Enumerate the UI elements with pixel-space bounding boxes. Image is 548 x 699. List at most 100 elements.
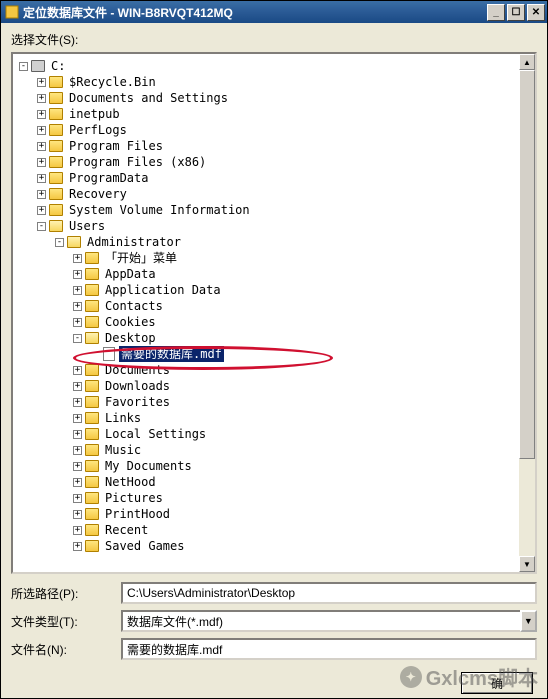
close-button[interactable]: ✕	[527, 4, 545, 21]
expand-toggle[interactable]: +	[37, 78, 46, 87]
expand-toggle[interactable]: +	[37, 142, 46, 151]
file-tree[interactable]: -C:+$Recycle.Bin+Documents and Settings+…	[13, 54, 535, 558]
tree-item-label[interactable]: Pictures	[103, 490, 165, 506]
tree-item-label[interactable]: inetpub	[67, 106, 122, 122]
scroll-track[interactable]	[519, 70, 535, 556]
expand-toggle[interactable]: +	[73, 254, 82, 263]
expand-toggle[interactable]: +	[73, 318, 82, 327]
expand-toggle[interactable]: +	[73, 526, 82, 535]
tree-row[interactable]: + Recent	[15, 522, 533, 538]
tree-row[interactable]: +Downloads	[15, 378, 533, 394]
tree-row[interactable]: + Favorites	[15, 394, 533, 410]
tree-item-label[interactable]: Recent	[103, 522, 150, 538]
tree-row[interactable]: + PrintHood	[15, 506, 533, 522]
expand-toggle[interactable]: +	[37, 126, 46, 135]
tree-item-label[interactable]: Recovery	[67, 186, 129, 202]
scroll-up-button[interactable]: ▲	[519, 54, 535, 70]
expand-toggle[interactable]: +	[73, 478, 82, 487]
tree-row[interactable]: + Saved Games	[15, 538, 533, 554]
expand-toggle[interactable]: +	[73, 430, 82, 439]
tree-row[interactable]: + NetHood	[15, 474, 533, 490]
tree-item-label[interactable]: Administrator	[85, 234, 183, 250]
minimize-button[interactable]: _	[487, 4, 505, 21]
tree-row[interactable]: - Users	[15, 218, 533, 234]
expand-toggle[interactable]: +	[37, 174, 46, 183]
tree-row[interactable]: 需要的数据库.mdf	[15, 346, 533, 362]
expand-toggle[interactable]: +	[73, 286, 82, 295]
tree-row[interactable]: - Administrator	[15, 234, 533, 250]
expand-toggle[interactable]: +	[73, 270, 82, 279]
expand-toggle[interactable]: +	[73, 414, 82, 423]
maximize-button[interactable]: ☐	[507, 4, 525, 21]
tree-item-label[interactable]: $Recycle.Bin	[67, 74, 158, 90]
tree-item-label[interactable]: Program Files	[67, 138, 165, 154]
collapse-toggle[interactable]: -	[37, 222, 46, 231]
tree-row[interactable]: + Application Data	[15, 282, 533, 298]
tree-item-label[interactable]: Application Data	[103, 282, 223, 298]
tree-item-label[interactable]: ProgramData	[67, 170, 150, 186]
expand-toggle[interactable]: +	[73, 542, 82, 551]
scroll-thumb[interactable]	[519, 70, 535, 459]
tree-row[interactable]: + My Documents	[15, 458, 533, 474]
tree-item-label[interactable]: AppData	[103, 266, 158, 282]
tree-item-label[interactable]: My Documents	[103, 458, 194, 474]
tree-row[interactable]: + $Recycle.Bin	[15, 74, 533, 90]
tree-row[interactable]: + Documents and Settings	[15, 90, 533, 106]
collapse-toggle[interactable]: -	[55, 238, 64, 247]
tree-item-label[interactable]: Saved Games	[103, 538, 186, 554]
tree-item-label[interactable]: PrintHood	[103, 506, 172, 522]
tree-item-label[interactable]: Music	[103, 442, 143, 458]
tree-row[interactable]: + Cookies	[15, 314, 533, 330]
tree-row[interactable]: + 「开始」菜单	[15, 250, 533, 266]
tree-item-label[interactable]: Documents	[103, 362, 172, 378]
expand-toggle[interactable]: +	[37, 94, 46, 103]
tree-row[interactable]: + Program Files	[15, 138, 533, 154]
expand-toggle[interactable]: +	[37, 206, 46, 215]
expand-toggle[interactable]: +	[73, 494, 82, 503]
tree-item-label[interactable]: Cookies	[103, 314, 158, 330]
tree-row[interactable]: + Program Files (x86)	[15, 154, 533, 170]
filetype-combo[interactable]: 数据库文件(*.mdf) ▼	[121, 610, 537, 632]
expand-toggle[interactable]: +	[73, 462, 82, 471]
expand-toggle[interactable]: +	[73, 302, 82, 311]
tree-item-label[interactable]: 「开始」菜单	[103, 250, 179, 266]
tree-item-label[interactable]: Contacts	[103, 298, 165, 314]
tree-row[interactable]: + PerfLogs	[15, 122, 533, 138]
tree-row[interactable]: + AppData	[15, 266, 533, 282]
tree-item-label[interactable]: NetHood	[103, 474, 158, 490]
collapse-toggle[interactable]: -	[73, 334, 82, 343]
tree-item-label[interactable]: Links	[103, 410, 143, 426]
tree-row[interactable]: + Local Settings	[15, 426, 533, 442]
tree-row[interactable]: + ProgramData	[15, 170, 533, 186]
tree-item-label[interactable]: Documents and Settings	[67, 90, 230, 106]
expand-toggle[interactable]: +	[73, 446, 82, 455]
tree-row[interactable]: + Contacts	[15, 298, 533, 314]
tree-item-label[interactable]: Users	[67, 218, 107, 234]
tree-item-label[interactable]: C:	[49, 58, 67, 74]
filename-input[interactable]: 需要的数据库.mdf	[121, 638, 537, 660]
tree-row[interactable]: + inetpub	[15, 106, 533, 122]
tree-item-label[interactable]: Desktop	[103, 330, 158, 346]
expand-toggle[interactable]: +	[73, 398, 82, 407]
vertical-scrollbar[interactable]: ▲ ▼	[519, 54, 535, 572]
collapse-toggle[interactable]: -	[19, 62, 28, 71]
tree-item-label[interactable]: Program Files (x86)	[67, 154, 208, 170]
tree-item-label[interactable]: System Volume Information	[67, 202, 252, 218]
tree-row[interactable]: + System Volume Information	[15, 202, 533, 218]
tree-row[interactable]: - Desktop	[15, 330, 533, 346]
expand-toggle[interactable]: +	[37, 158, 46, 167]
expand-toggle[interactable]: +	[73, 382, 82, 391]
scroll-down-button[interactable]: ▼	[519, 556, 535, 572]
tree-row[interactable]: + Links	[15, 410, 533, 426]
tree-row[interactable]: - C:	[15, 58, 533, 74]
tree-item-label[interactable]: PerfLogs	[67, 122, 129, 138]
expand-toggle[interactable]: +	[37, 190, 46, 199]
expand-toggle[interactable]: +	[73, 510, 82, 519]
filetype-dropdown-button[interactable]: ▼	[520, 610, 537, 632]
tree-row[interactable]: + Pictures	[15, 490, 533, 506]
expand-toggle[interactable]: +	[37, 110, 46, 119]
tree-item-label[interactable]: Favorites	[103, 394, 172, 410]
tree-row[interactable]: + Music	[15, 442, 533, 458]
tree-item-label[interactable]: Local Settings	[103, 426, 208, 442]
tree-row[interactable]: + Recovery	[15, 186, 533, 202]
